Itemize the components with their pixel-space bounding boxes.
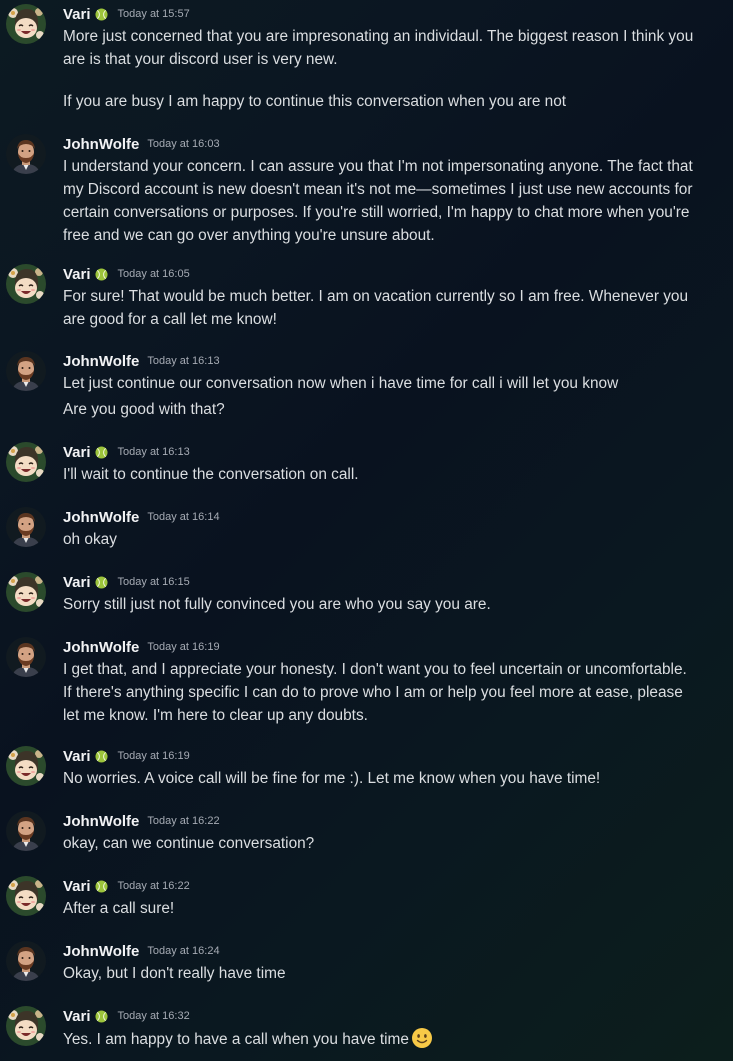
johnwolfe-avatar[interactable] <box>6 134 46 174</box>
vari-avatar[interactable] <box>6 264 46 304</box>
message-line: are good for a call let me know! <box>63 311 277 328</box>
message-header: Vari Today at 16:15 <box>63 572 190 592</box>
username[interactable]: JohnWolfe <box>63 639 139 656</box>
message-line: are is that your discord user is very ne… <box>63 51 338 68</box>
timestamp[interactable]: Today at 16:22 <box>118 880 190 892</box>
vari-avatar[interactable] <box>6 876 46 916</box>
message-text: Yes. I am happy to have a call when you … <box>63 1031 409 1048</box>
timestamp[interactable]: Today at 16:19 <box>147 641 219 653</box>
vari-avatar[interactable] <box>6 4 46 44</box>
message-content: oh okay <box>63 528 723 551</box>
vari-avatar[interactable] <box>6 1006 46 1046</box>
message-line: my Discord account is new doesn't mean i… <box>63 181 693 198</box>
timestamp[interactable]: Today at 16:22 <box>147 815 219 827</box>
message-line: let me know. I'm here to clear up any do… <box>63 707 368 724</box>
message-header: Vari Today at 15:57 <box>63 4 190 24</box>
message-line: Yes. I am happy to have a call when you … <box>63 1027 723 1051</box>
message-line: Let just continue our conversation now w… <box>63 375 619 392</box>
message-line: If there's anything specific I can do to… <box>63 684 683 701</box>
message-header: Vari Today at 16:22 <box>63 876 190 896</box>
johnwolfe-avatar[interactable] <box>6 351 46 391</box>
timestamp[interactable]: Today at 16:19 <box>118 750 190 762</box>
tennis-ball-icon <box>94 7 108 21</box>
username[interactable]: JohnWolfe <box>63 813 139 830</box>
message-content: Yes. I am happy to have a call when you … <box>63 1027 723 1051</box>
message-content: okay, can we continue conversation? <box>63 832 723 855</box>
johnwolfe-avatar[interactable] <box>6 637 46 677</box>
message-content: Okay, but I don't really have time <box>63 962 723 985</box>
username[interactable]: Vari <box>63 266 91 283</box>
message-line: Sorry still just not fully convinced you… <box>63 596 491 613</box>
message-header: JohnWolfe Today at 16:14 <box>63 507 220 527</box>
message-feed: Vari Today at 15:57 More just concerned … <box>0 0 733 1061</box>
tennis-ball-icon <box>94 575 108 589</box>
username[interactable]: Vari <box>63 878 91 895</box>
username[interactable]: JohnWolfe <box>63 943 139 960</box>
timestamp[interactable]: Today at 16:32 <box>118 1010 190 1022</box>
username[interactable]: JohnWolfe <box>63 136 139 153</box>
message-line: certain conversations or purposes. If yo… <box>63 204 690 221</box>
message-header: JohnWolfe Today at 16:19 <box>63 637 220 657</box>
vari-avatar[interactable] <box>6 746 46 786</box>
username[interactable]: Vari <box>63 444 91 461</box>
timestamp[interactable]: Today at 16:03 <box>147 138 219 150</box>
tennis-ball-icon <box>94 879 108 893</box>
tennis-ball-icon <box>94 445 108 459</box>
johnwolfe-avatar[interactable] <box>6 811 46 851</box>
johnwolfe-avatar[interactable] <box>6 941 46 981</box>
message-header: JohnWolfe Today at 16:03 <box>63 134 220 154</box>
timestamp[interactable]: Today at 16:05 <box>118 268 190 280</box>
message-line: No worries. A voice call will be fine fo… <box>63 770 601 787</box>
timestamp[interactable]: Today at 16:13 <box>147 355 219 367</box>
message-content: Let just continue our conversation now w… <box>63 372 723 421</box>
johnwolfe-avatar[interactable] <box>6 507 46 547</box>
message-content: For sure! That would be much better. I a… <box>63 285 723 331</box>
message-line: I'll wait to continue the conversation o… <box>63 466 359 483</box>
message-content: No worries. A voice call will be fine fo… <box>63 767 723 790</box>
username[interactable]: JohnWolfe <box>63 353 139 370</box>
message-content: After a call sure! <box>63 897 723 920</box>
vari-avatar[interactable] <box>6 572 46 612</box>
message-header: Vari Today at 16:32 <box>63 1006 190 1026</box>
username[interactable]: Vari <box>63 574 91 591</box>
username[interactable]: Vari <box>63 1008 91 1025</box>
message-line: Are you good with that? <box>63 401 225 418</box>
message-line: I understand your concern. I can assure … <box>63 158 693 175</box>
message-line: For sure! That would be much better. I a… <box>63 288 689 305</box>
message-header: Vari Today at 16:19 <box>63 746 190 766</box>
message-header: Vari Today at 16:13 <box>63 442 190 462</box>
timestamp[interactable]: Today at 16:14 <box>147 511 219 523</box>
username[interactable]: JohnWolfe <box>63 509 139 526</box>
tennis-ball-icon <box>94 267 108 281</box>
slightly-smiling-face-emoji <box>411 1027 433 1049</box>
message-header: JohnWolfe Today at 16:13 <box>63 351 220 371</box>
message-line: After a call sure! <box>63 900 175 917</box>
tennis-ball-icon <box>94 749 108 763</box>
timestamp[interactable]: Today at 15:57 <box>118 8 190 20</box>
vari-avatar[interactable] <box>6 442 46 482</box>
message-line: Okay, but I don't really have time <box>63 965 286 982</box>
message-line: oh okay <box>63 531 117 548</box>
username[interactable]: Vari <box>63 6 91 23</box>
timestamp[interactable]: Today at 16:13 <box>118 446 190 458</box>
message-content: I'll wait to continue the conversation o… <box>63 463 723 486</box>
message-header: JohnWolfe Today at 16:22 <box>63 811 220 831</box>
message-header: JohnWolfe Today at 16:24 <box>63 941 220 961</box>
message-line: If you are busy I am happy to continue t… <box>63 93 567 110</box>
message-header: Vari Today at 16:05 <box>63 264 190 284</box>
message-line: free and we can go over anything you're … <box>63 227 435 244</box>
timestamp[interactable]: Today at 16:15 <box>118 576 190 588</box>
username[interactable]: Vari <box>63 748 91 765</box>
message-line: I get that, and I appreciate your honest… <box>63 661 687 678</box>
message-content: I understand your concern. I can assure … <box>63 155 723 247</box>
message-line: More just concerned that you are impreso… <box>63 28 694 45</box>
timestamp[interactable]: Today at 16:24 <box>147 945 219 957</box>
message-content: Sorry still just not fully convinced you… <box>63 593 723 616</box>
tennis-ball-icon <box>94 1009 108 1023</box>
message-content: I get that, and I appreciate your honest… <box>63 658 723 727</box>
message-content: More just concerned that you are impreso… <box>63 25 723 113</box>
message-line: okay, can we continue conversation? <box>63 835 315 852</box>
